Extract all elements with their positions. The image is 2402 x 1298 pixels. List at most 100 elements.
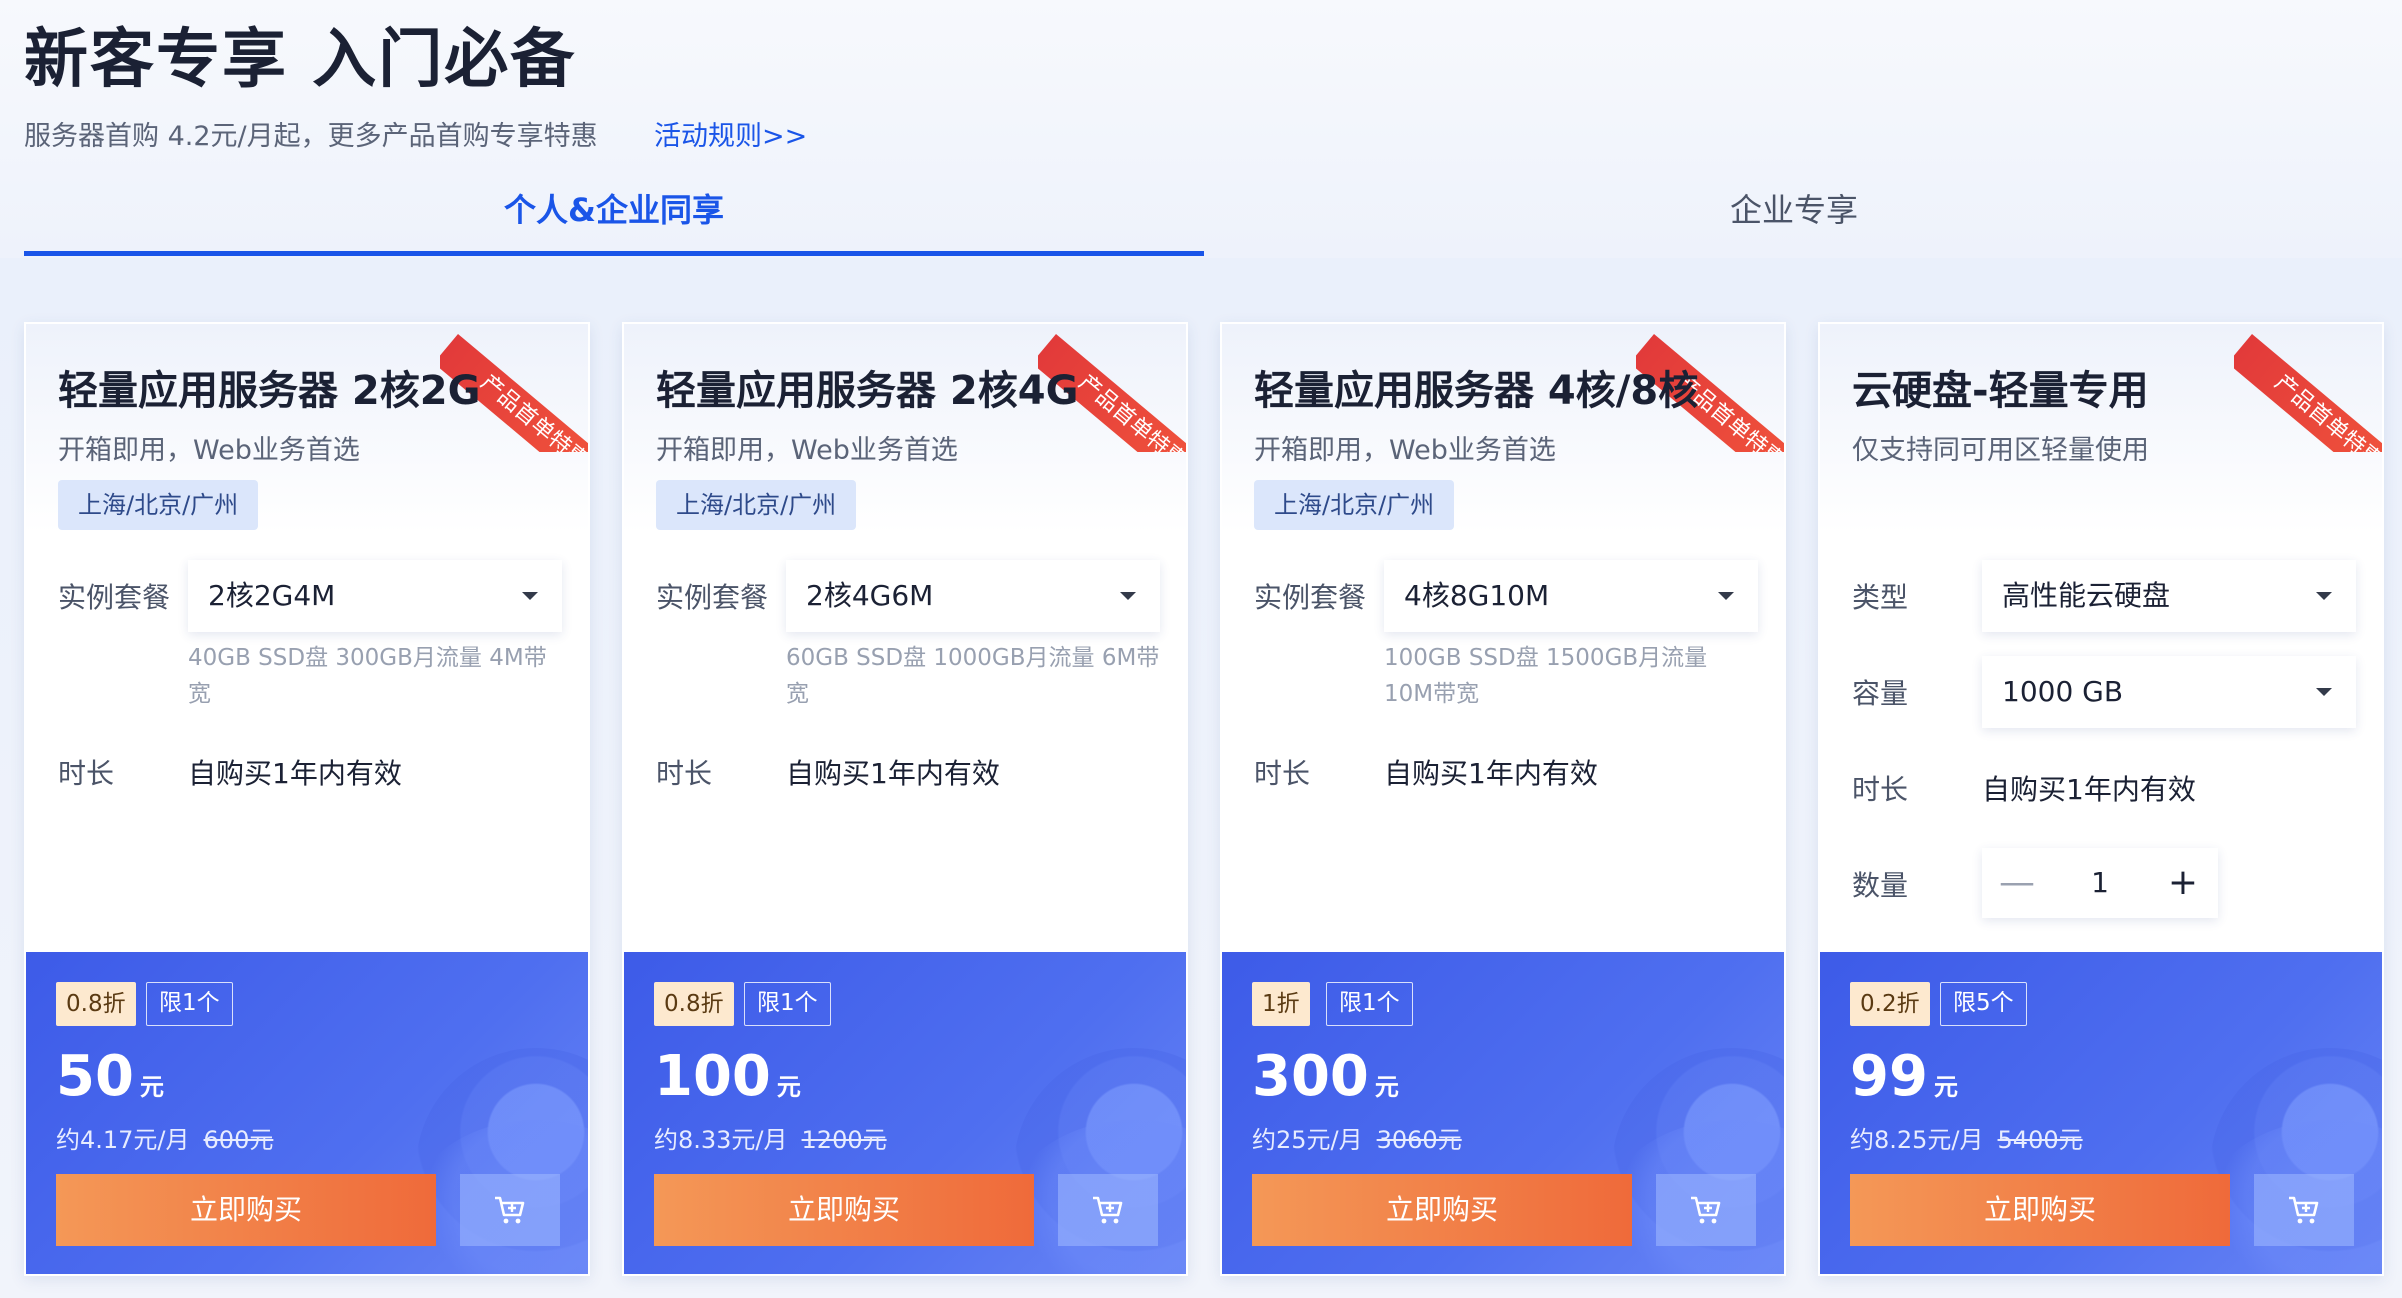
duration-value: 自购买1年内有效 <box>786 757 1000 790</box>
plan-label: 实例套餐 <box>1254 581 1367 614</box>
discount-badge: 0.8折 <box>56 982 136 1026</box>
quantity-stepper: — 1 + <box>1982 848 2218 918</box>
card-description: 开箱即用，Web业务首选 <box>58 435 360 466</box>
card-description: 仅支持同可用区轻量使用 <box>1852 435 2149 466</box>
price-unit: 元 <box>1374 1073 1399 1101</box>
product-card-lighthouse-2c4g: 产品首单特惠 轻量应用服务器 2核4G 开箱即用，Web业务首选 上海/北京/广… <box>622 322 1188 1276</box>
add-to-cart-button[interactable] <box>460 1174 560 1246</box>
duration-label: 时长 <box>1254 757 1311 790</box>
buy-now-button[interactable]: 立即购买 <box>56 1174 436 1246</box>
product-card-lighthouse-2c2g: 产品首单特惠 轻量应用服务器 2核2G 开箱即用，Web业务首选 上海/北京/广… <box>24 322 590 1276</box>
card-title: 轻量应用服务器 2核4G <box>656 368 1079 414</box>
capacity-select[interactable]: 1000 GB <box>1982 656 2356 728</box>
chevron-down-icon <box>1718 592 1734 600</box>
limit-badge: 限5个 <box>1940 982 2027 1026</box>
limit-badge: 限1个 <box>1326 982 1413 1026</box>
price-unit: 元 <box>1933 1073 1958 1101</box>
limit-badge: 限1个 <box>744 982 831 1026</box>
plan-label: 实例套餐 <box>656 581 769 614</box>
disk-type-value: 高性能云硬盘 <box>2002 579 2171 612</box>
quantity-label: 数量 <box>1852 869 1909 902</box>
plan-label: 实例套餐 <box>58 581 171 614</box>
plan-spec-note: 60GB SSD盘 1000GB月流量 6M带宽 <box>786 645 1160 707</box>
plan-select-value: 2核4G6M <box>806 579 934 612</box>
card-title: 轻量应用服务器 4核/8核 <box>1254 368 1699 414</box>
chevron-down-icon <box>2316 688 2332 696</box>
price-detail: 约8.25元/月 5400元 <box>1850 1120 2083 1155</box>
buy-now-button[interactable]: 立即购买 <box>654 1174 1034 1246</box>
price-panel: 0.8折 限1个 100 元 约8.33元/月 1200元 立即购买 <box>624 952 1186 1274</box>
price-unit: 元 <box>139 1073 164 1101</box>
duration-label: 时长 <box>1852 773 1909 806</box>
cart-icon <box>1093 1196 1123 1224</box>
original-price: 5400元 <box>1997 1126 2083 1154</box>
page-title: 新客专享 入门必备 <box>24 23 577 97</box>
monthly-price: 约25元/月 <box>1252 1126 1363 1154</box>
price-detail: 约25元/月 3060元 <box>1252 1120 1462 1155</box>
quantity-increment-button[interactable]: + <box>2148 848 2218 918</box>
buy-now-button[interactable]: 立即购买 <box>1850 1174 2230 1246</box>
disk-type-label: 类型 <box>1852 581 1909 614</box>
chevron-down-icon <box>522 592 538 600</box>
card-title: 云硬盘-轻量专用 <box>1852 368 2149 414</box>
plan-select[interactable]: 2核4G6M <box>786 560 1160 632</box>
chevron-down-icon <box>1120 592 1136 600</box>
add-to-cart-button[interactable] <box>2254 1174 2354 1246</box>
plan-spec-note: 40GB SSD盘 300GB月流量 4M带宽 <box>188 645 547 707</box>
price-panel: 0.2折 限5个 99 元 约8.25元/月 5400元 立即购买 <box>1820 952 2382 1274</box>
quantity-input[interactable]: 1 <box>2052 848 2148 918</box>
discount-badge: 0.2折 <box>1850 982 1930 1026</box>
active-tab-indicator <box>24 251 1204 256</box>
duration-value: 自购买1年内有效 <box>1982 773 2196 806</box>
original-price: 1200元 <box>801 1126 887 1154</box>
cart-icon <box>2289 1196 2319 1224</box>
price: 99 元 <box>1850 1044 1958 1109</box>
promo-ribbon-label: 产品首单特惠 <box>2234 334 2382 452</box>
discount-badge: 0.8折 <box>654 982 734 1026</box>
price-panel: 1折 限1个 300 元 约25元/月 3060元 立即购买 <box>1222 952 1784 1274</box>
capacity-value: 1000 GB <box>2002 675 2124 708</box>
price-detail: 约4.17元/月 600元 <box>56 1120 273 1155</box>
discount-badge: 1折 <box>1252 982 1310 1026</box>
price: 50 元 <box>56 1044 164 1109</box>
quantity-decrement-button[interactable]: — <box>1982 848 2052 918</box>
plan-select[interactable]: 4核8G10M <box>1384 560 1758 632</box>
page-subtitle: 服务器首购 4.2元/月起，更多产品首购专享特惠 <box>24 121 598 152</box>
monthly-price: 约8.33元/月 <box>654 1126 788 1154</box>
region-tag: 上海/北京/广州 <box>1254 480 1455 530</box>
price-panel: 0.8折 限1个 50 元 约4.17元/月 600元 立即购买 <box>26 952 588 1274</box>
cart-icon <box>1691 1196 1721 1224</box>
page-header: 新客专享 入门必备 服务器首购 4.2元/月起，更多产品首购专享特惠 活动规则>… <box>0 0 2402 258</box>
price: 300 元 <box>1252 1044 1399 1109</box>
chevron-down-icon <box>2316 592 2332 600</box>
activity-rules-link[interactable]: 活动规则>> <box>654 114 807 153</box>
original-price: 3060元 <box>1376 1126 1462 1154</box>
product-card-lighthouse-4c8g: 产品首单特惠 轻量应用服务器 4核/8核 开箱即用，Web业务首选 上海/北京/… <box>1220 322 1786 1276</box>
plan-spec-note: 100GB SSD盘 1500GB月流量 10M带宽 <box>1384 645 1708 707</box>
tab-enterprise-only[interactable]: 企业专享 <box>1204 186 2384 258</box>
duration-value: 自购买1年内有效 <box>1384 757 1598 790</box>
add-to-cart-button[interactable] <box>1058 1174 1158 1246</box>
price-value: 99 <box>1850 1044 1928 1109</box>
duration-label: 时长 <box>58 757 115 790</box>
price-value: 300 <box>1252 1044 1369 1109</box>
limit-badge: 限1个 <box>146 982 233 1026</box>
disk-type-select[interactable]: 高性能云硬盘 <box>1982 560 2356 632</box>
capacity-label: 容量 <box>1852 677 1909 710</box>
plan-select-value: 2核2G4M <box>208 579 336 612</box>
promo-ribbon: 产品首单特惠 <box>2234 324 2382 452</box>
card-title: 轻量应用服务器 2核2G <box>58 368 481 414</box>
region-tag: 上海/北京/广州 <box>58 480 259 530</box>
monthly-price: 约4.17元/月 <box>56 1126 190 1154</box>
duration-label: 时长 <box>656 757 713 790</box>
tab-personal-enterprise[interactable]: 个人&企业同享 <box>24 186 1204 258</box>
price: 100 元 <box>654 1044 801 1109</box>
add-to-cart-button[interactable] <box>1656 1174 1756 1246</box>
buy-now-button[interactable]: 立即购买 <box>1252 1174 1632 1246</box>
cart-icon <box>495 1196 525 1224</box>
plan-select[interactable]: 2核2G4M <box>188 560 562 632</box>
product-card-cloud-disk: 产品首单特惠 云硬盘-轻量专用 仅支持同可用区轻量使用 类型 高性能云硬盘 容量… <box>1818 322 2384 1276</box>
price-value: 100 <box>654 1044 771 1109</box>
region-tag: 上海/北京/广州 <box>656 480 857 530</box>
original-price: 600元 <box>203 1126 274 1154</box>
